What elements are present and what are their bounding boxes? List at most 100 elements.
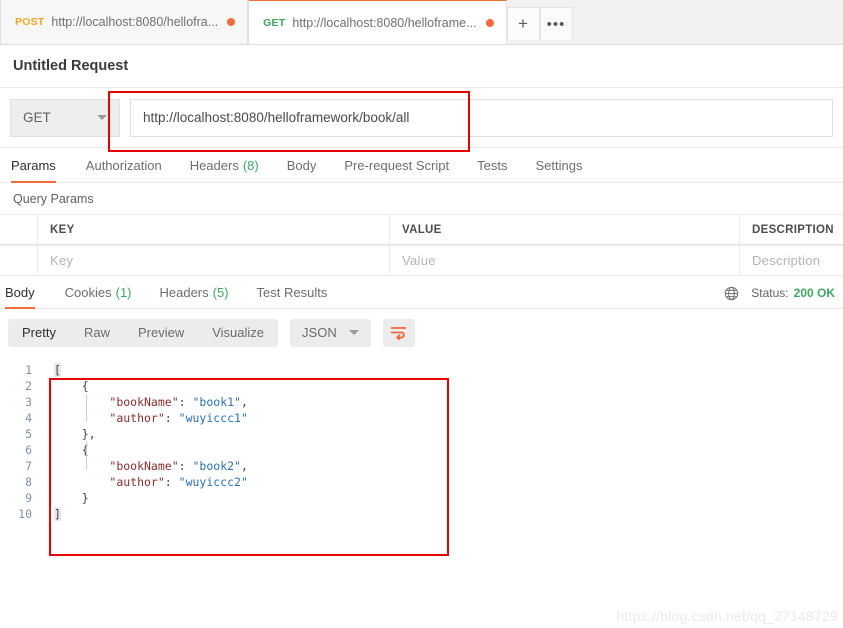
- response-tab-test-results[interactable]: Test Results: [243, 277, 342, 309]
- header-cell-value: VALUE: [390, 215, 740, 244]
- code-token: }: [54, 491, 89, 505]
- code-token: "wuyiccc2": [179, 475, 248, 489]
- code-token: ,: [241, 459, 248, 473]
- tab-label: Body: [287, 158, 317, 173]
- view-mode-raw[interactable]: Raw: [70, 319, 124, 347]
- request-tab-get[interactable]: GET http://localhost:8080/helloframe...: [248, 0, 506, 44]
- code-token: ,: [241, 395, 248, 409]
- tab-settings[interactable]: Settings: [521, 148, 596, 183]
- description-input[interactable]: Description: [740, 246, 843, 275]
- tab-options-button[interactable]: •••: [540, 7, 573, 40]
- view-mode-visualize[interactable]: Visualize: [198, 319, 278, 347]
- tab-params[interactable]: Params: [11, 148, 72, 183]
- tab-label: Headers: [190, 158, 239, 173]
- new-tab-button[interactable]: +: [507, 7, 540, 40]
- code-token: {: [54, 379, 89, 393]
- word-wrap-icon: [390, 325, 407, 340]
- tab-label: Test Results: [257, 285, 328, 300]
- view-mode-group: Pretty Raw Preview Visualize: [8, 319, 278, 347]
- code-token: {: [54, 443, 89, 457]
- tab-count: (1): [116, 285, 132, 300]
- code-fold-guide: [86, 394, 87, 422]
- code-line: "bookName": "book2",: [54, 458, 843, 474]
- unsaved-dot-icon: [486, 19, 494, 27]
- tab-headers[interactable]: Headers (8): [176, 148, 273, 183]
- line-number: 3: [0, 394, 32, 410]
- line-number: 7: [0, 458, 32, 474]
- tab-count: (8): [243, 158, 259, 173]
- code-token: [54, 395, 109, 409]
- response-tab-body[interactable]: Body: [5, 277, 51, 309]
- tab-authorization[interactable]: Authorization: [72, 148, 176, 183]
- response-tab-headers[interactable]: Headers (5): [146, 277, 243, 309]
- code-token: "wuyiccc1": [179, 411, 248, 425]
- line-number-gutter: 12345678910: [0, 356, 40, 586]
- tab-method-label: POST: [15, 16, 44, 28]
- status-badge: 200 OK: [794, 286, 835, 300]
- word-wrap-button[interactable]: [383, 319, 415, 347]
- code-line: "author": "wuyiccc2": [54, 474, 843, 490]
- code-token: },: [54, 427, 96, 441]
- tab-bar-filler: [573, 0, 843, 44]
- code-line: },: [54, 426, 843, 442]
- line-number: 9: [0, 490, 32, 506]
- response-tab-cookies[interactable]: Cookies (1): [51, 277, 146, 309]
- chevron-down-icon: [349, 330, 359, 335]
- code-line: {: [54, 378, 843, 394]
- tab-bar: POST http://localhost:8080/hellofra... G…: [0, 0, 843, 45]
- tab-method-label: GET: [263, 17, 285, 29]
- response-body-viewer[interactable]: 12345678910 [ { "bookName": "book1", "au…: [0, 356, 843, 586]
- view-mode-pretty[interactable]: Pretty: [8, 319, 70, 347]
- code-token: :: [179, 395, 193, 409]
- tab-label: Pre-request Script: [344, 158, 449, 173]
- unsaved-dot-icon: [227, 18, 235, 26]
- line-number: 8: [0, 474, 32, 490]
- line-number: 6: [0, 442, 32, 458]
- response-format-selector[interactable]: JSON: [290, 319, 371, 347]
- response-toolbar: Pretty Raw Preview Visualize JSON: [0, 309, 843, 356]
- code-token: :: [179, 459, 193, 473]
- code-line: "author": "wuyiccc1": [54, 410, 843, 426]
- tab-pre-request-script[interactable]: Pre-request Script: [330, 148, 463, 183]
- response-format-label: JSON: [302, 325, 337, 340]
- url-input[interactable]: http://localhost:8080/helloframework/boo…: [130, 99, 833, 137]
- code-token: "bookName": [109, 459, 178, 473]
- chevron-down-icon: [97, 115, 107, 120]
- table-header-row: KEY VALUE DESCRIPTION: [0, 214, 843, 245]
- line-number: 10: [0, 506, 32, 522]
- code-line: ]: [54, 506, 843, 522]
- response-body-code[interactable]: [ { "bookName": "book1", "author": "wuyi…: [40, 356, 843, 586]
- code-line: {: [54, 442, 843, 458]
- http-method-selector[interactable]: GET: [10, 99, 120, 137]
- table-row[interactable]: Key Value Description: [0, 245, 843, 276]
- header-cell-description: DESCRIPTION: [740, 215, 843, 244]
- globe-icon[interactable]: [724, 286, 739, 301]
- tab-url-label: http://localhost:8080/helloframe...: [292, 16, 476, 30]
- tab-label: Cookies: [65, 285, 112, 300]
- request-tab-post[interactable]: POST http://localhost:8080/hellofra...: [0, 0, 248, 44]
- url-bar: GET http://localhost:8080/helloframework…: [0, 88, 843, 148]
- header-cell-key: KEY: [38, 215, 390, 244]
- code-token: "bookName": [109, 395, 178, 409]
- tab-label: Settings: [535, 158, 582, 173]
- tab-body[interactable]: Body: [273, 148, 331, 183]
- key-input[interactable]: Key: [38, 246, 390, 275]
- code-line: }: [54, 490, 843, 506]
- code-token: ]: [54, 507, 61, 521]
- postman-window: POST http://localhost:8080/hellofra... G…: [0, 0, 843, 628]
- line-number: 5: [0, 426, 32, 442]
- code-token: [54, 411, 109, 425]
- tab-label: Tests: [477, 158, 507, 173]
- tab-tests[interactable]: Tests: [463, 148, 521, 183]
- code-token: [: [54, 363, 61, 377]
- code-line: [: [54, 362, 843, 378]
- watermark: https://blog.csdn.net/qq_27148729: [617, 608, 838, 624]
- view-mode-preview[interactable]: Preview: [124, 319, 198, 347]
- tab-label: Authorization: [86, 158, 162, 173]
- request-title: Untitled Request: [0, 45, 843, 88]
- code-line: "bookName": "book1",: [54, 394, 843, 410]
- row-checkbox[interactable]: [0, 246, 38, 275]
- code-token: "author": [109, 411, 164, 425]
- value-input[interactable]: Value: [390, 246, 740, 275]
- tab-count: (5): [213, 285, 229, 300]
